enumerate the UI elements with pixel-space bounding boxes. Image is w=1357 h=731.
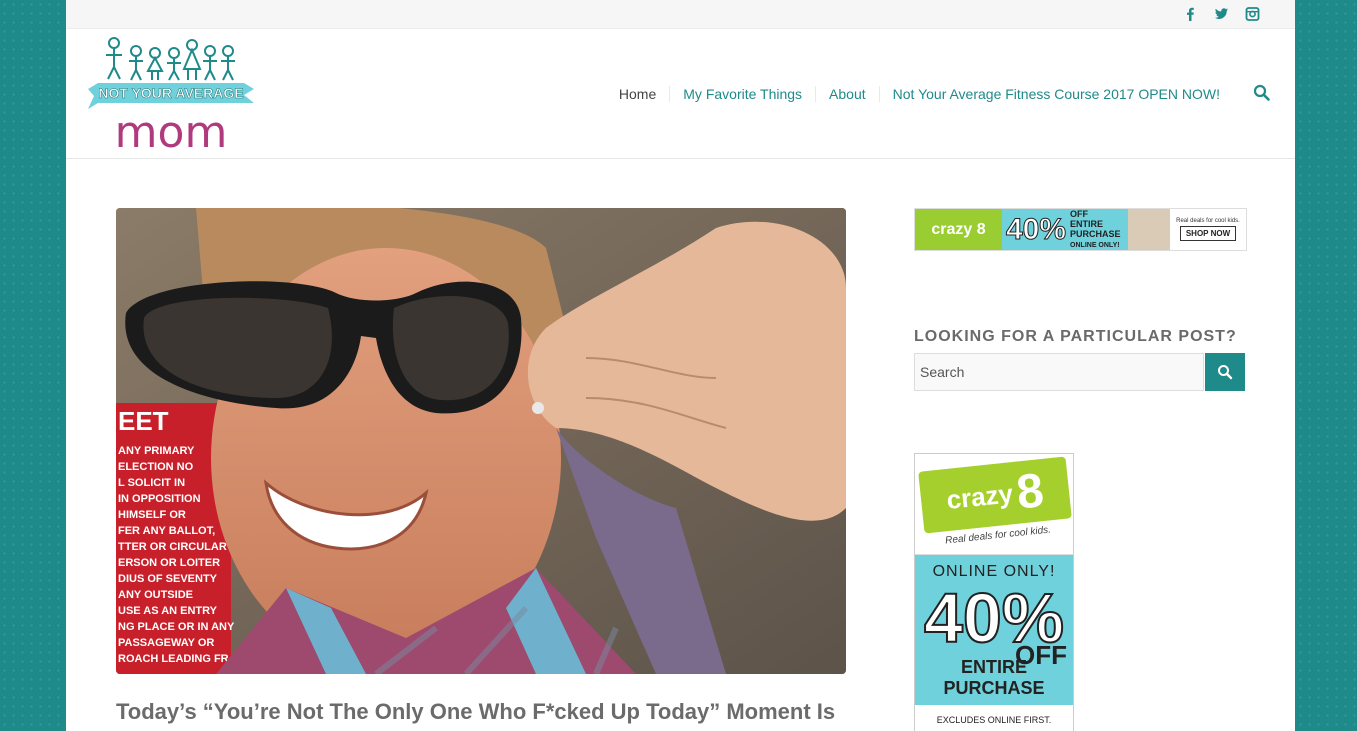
tall-ad[interactable]: crazy 8 Real deals for cool kids. ONLINE…	[914, 453, 1074, 731]
svg-text:IN OPPOSITION: IN OPPOSITION	[118, 493, 201, 505]
nav-item-fitness-course[interactable]: Not Your Average Fitness Course 2017 OPE…	[878, 85, 1233, 102]
banner-ad-entire: ENTIRE PURCHASE	[1070, 218, 1121, 239]
svg-text:NOT YOUR AVERAGE: NOT YOUR AVERAGE	[98, 85, 243, 101]
search-widget-title: LOOKING FOR A PARTICULAR POST?	[914, 328, 1237, 345]
svg-text:ERSON OR LOITER: ERSON OR LOITER	[118, 557, 220, 569]
top-bar	[66, 0, 1295, 29]
banner-ad[interactable]: crazy 8 40% OFF ENTIRE PURCHASE ONLINE O…	[914, 208, 1247, 251]
main-navigation: Home My Favorite Things About Not Your A…	[606, 29, 1233, 158]
svg-text:FER ANY BALLOT,: FER ANY BALLOT,	[118, 525, 215, 537]
svg-text:NG PLACE OR IN ANY: NG PLACE OR IN ANY	[118, 621, 235, 633]
search-icon	[1218, 365, 1233, 380]
twitter-icon[interactable]	[1213, 6, 1230, 22]
sidebar-search-input[interactable]	[914, 353, 1204, 391]
banner-ad-shop-button[interactable]: SHOP NOW	[1179, 226, 1237, 241]
site-logo[interactable]: NOT YOUR AVERAGE mom	[88, 33, 254, 158]
banner-ad-off: OFF	[1070, 208, 1089, 219]
svg-text:L SOLICIT IN: L SOLICIT IN	[118, 477, 185, 489]
svg-text:HIMSELF OR: HIMSELF OR	[118, 509, 186, 521]
tall-ad-logo: crazy 8	[918, 456, 1072, 534]
banner-ad-offer: 40% OFF ENTIRE PURCHASE ONLINE ONLY!	[1002, 209, 1128, 250]
sidebar-search-button[interactable]	[1205, 353, 1245, 391]
banner-ad-logo: crazy 8	[915, 209, 1002, 250]
tall-ad-offer: ONLINE ONLY! 40% ENTIRE PURCHASE	[915, 555, 1073, 705]
banner-ad-photo	[1128, 209, 1170, 250]
banner-ad-offer-text: OFF ENTIRE PURCHASE ONLINE ONLY!	[1070, 208, 1128, 250]
banner-ad-shop: Real deals for cool kids. SHOP NOW	[1170, 209, 1246, 250]
banner-ad-online: ONLINE ONLY!	[1070, 241, 1120, 249]
social-links	[1182, 6, 1261, 22]
nav-item-home[interactable]: Home	[606, 86, 669, 102]
svg-text:mom: mom	[115, 107, 228, 155]
stick-family-figures	[106, 37, 235, 81]
svg-text:USE AS AN ENTRY: USE AS AN ENTRY	[118, 605, 218, 617]
svg-text:ANY OUTSIDE: ANY OUTSIDE	[118, 589, 193, 601]
svg-text:PASSAGEWAY OR: PASSAGEWAY OR	[118, 637, 214, 649]
tall-ad-brand-number: 8	[1014, 463, 1047, 520]
selfie-photo: EET ANY PRIMARY ELECTION NO L SOLICIT IN I…	[116, 208, 846, 674]
svg-text:EET: EET	[118, 406, 169, 436]
svg-text:ELECTION NO: ELECTION NO	[118, 461, 194, 473]
tall-ad-excludes: EXCLUDES ONLINE FIRST.	[936, 715, 1052, 725]
tall-ad-brand: crazy	[945, 477, 1015, 515]
featured-image[interactable]: EET ANY PRIMARY ELECTION NO L SOLICIT IN I…	[116, 208, 846, 674]
nav-search-icon[interactable]	[1253, 84, 1271, 102]
tall-ad-header: crazy 8 Real deals for cool kids.	[915, 454, 1073, 555]
svg-text:DIUS OF SEVENTY: DIUS OF SEVENTY	[118, 573, 218, 585]
svg-text:TTER OR CIRCULAR: TTER OR CIRCULAR	[118, 541, 227, 553]
nav-item-about[interactable]: About	[815, 85, 879, 102]
facebook-icon[interactable]	[1182, 6, 1199, 22]
svg-text:ANY PRIMARY: ANY PRIMARY	[118, 445, 195, 457]
banner-ad-percent: 40%	[1005, 212, 1067, 246]
post-title[interactable]: Today’s “You’re Not The Only One Who F*c…	[116, 699, 856, 725]
tall-ad-off: OFF	[1015, 640, 1067, 670]
svg-text:ROACH LEADING FR: ROACH LEADING FR	[118, 653, 229, 665]
nav-item-my-favorite-things[interactable]: My Favorite Things	[669, 85, 815, 102]
instagram-icon[interactable]	[1244, 6, 1261, 22]
site-header: NOT YOUR AVERAGE mom Home My Favorite Th…	[66, 29, 1295, 159]
tall-ad-online: ONLINE ONLY!	[932, 563, 1056, 580]
banner-ad-tagline: Real deals for cool kids.	[1176, 218, 1240, 224]
page-container: NOT YOUR AVERAGE mom Home My Favorite Th…	[66, 0, 1295, 731]
